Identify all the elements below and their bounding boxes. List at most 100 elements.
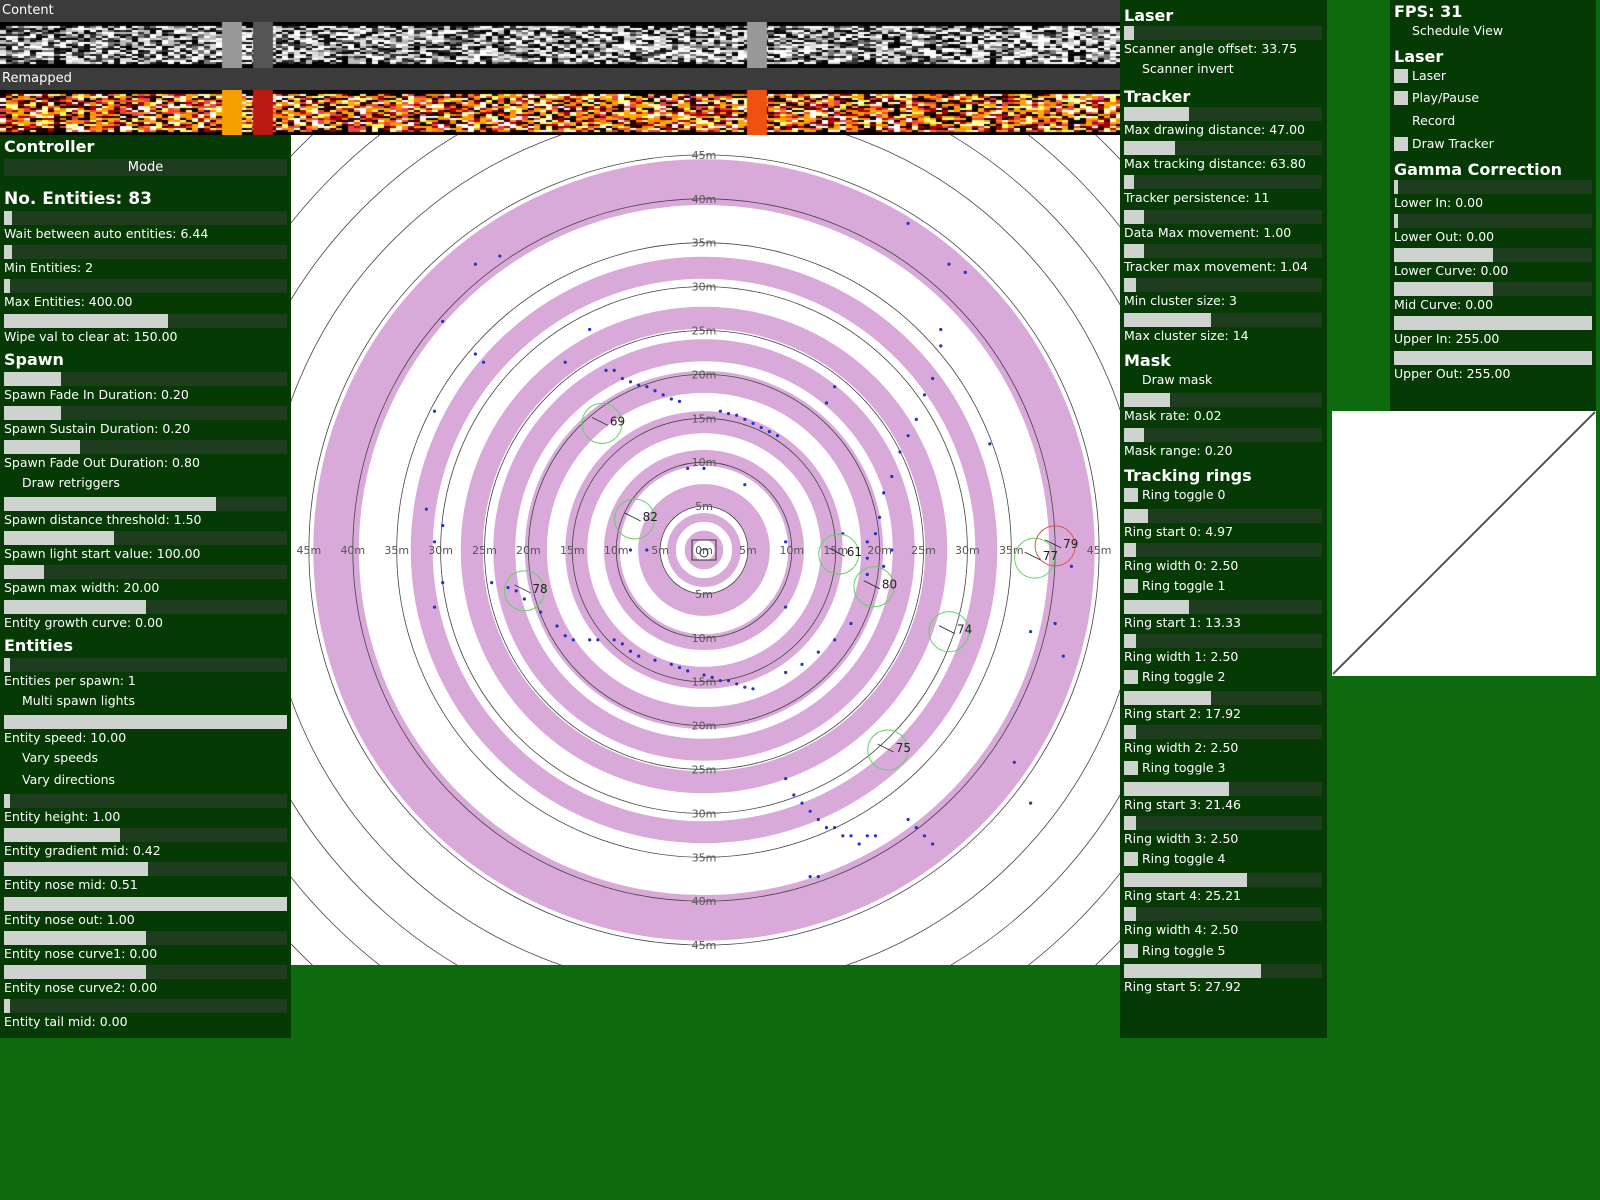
scan-point — [473, 352, 477, 356]
ring-start-5-slider[interactable] — [1124, 964, 1322, 978]
record-checkbox-label[interactable]: Record — [1412, 113, 1455, 128]
spawn-distance-threshold-slider[interactable] — [4, 497, 287, 511]
scan-point — [939, 327, 943, 332]
ring-start-1-slider[interactable] — [1124, 599, 1322, 614]
wait-between-auto-entities-slider[interactable] — [4, 211, 287, 225]
draw-mask-checkbox-label[interactable]: Draw mask — [1142, 372, 1212, 387]
entity-height-slider[interactable] — [4, 794, 287, 808]
wipe-val-to-clear-at-slider[interactable] — [4, 313, 287, 328]
ring-width-0-slider[interactable] — [1124, 542, 1322, 557]
ring-width-2-slider[interactable] — [1124, 725, 1322, 739]
lower-out-slider[interactable] — [1394, 213, 1592, 228]
ring-start-2-slider[interactable] — [1124, 690, 1322, 705]
max-cluster-size-slider[interactable] — [1124, 312, 1322, 327]
entity-nose-out-slider[interactable] — [4, 896, 287, 911]
entities-per-spawn-slider[interactable] — [4, 657, 287, 672]
scan-point — [604, 368, 608, 372]
entity-nose-curve1-slider[interactable] — [4, 930, 287, 945]
max-tracking-distance-slider[interactable] — [1124, 141, 1322, 156]
spawn-sustain-duration-slider[interactable] — [4, 406, 287, 420]
spawn-fade-in-duration-slider[interactable] — [4, 371, 287, 386]
lower-curve-slider[interactable] — [1394, 247, 1592, 262]
draw-retriggers-checkbox-label[interactable]: Draw retriggers — [22, 475, 120, 490]
tracker-persistence-slider[interactable] — [1124, 175, 1322, 190]
tracker-id: 78 — [532, 582, 547, 596]
ring-width-4-slider[interactable] — [1124, 907, 1322, 922]
scanner-invert-checkbox-label[interactable]: Scanner invert — [1142, 61, 1234, 76]
mask-rate-slider-fill — [1124, 393, 1170, 408]
entity-nose-curve2-slider[interactable] — [4, 965, 287, 979]
spawn-light-start-value-slider[interactable] — [4, 531, 287, 546]
ring-start-5-label: Ring start 5: 27.92 — [1124, 979, 1241, 994]
schedule-view-checkbox-label[interactable]: Schedule View — [1412, 23, 1503, 38]
data-max-movement-slider[interactable] — [1124, 209, 1322, 224]
fps-readout: FPS: 31 — [1394, 2, 1463, 21]
scan-point — [432, 409, 437, 413]
tracker-id: 77 — [1043, 549, 1058, 563]
scan-point — [824, 401, 829, 405]
max-drawing-distance-slider[interactable] — [1124, 106, 1322, 121]
scan-point — [669, 397, 673, 401]
multi-spawn-lights-checkbox-label[interactable]: Multi spawn lights — [22, 693, 135, 708]
ring-width-1-slider[interactable] — [1124, 633, 1322, 648]
upper-in-slider[interactable] — [1394, 316, 1592, 331]
scan-point — [620, 376, 624, 381]
min-cluster-size-slider[interactable] — [1124, 278, 1322, 293]
mode-button[interactable]: Mode — [4, 159, 287, 176]
mask-range-slider[interactable] — [1124, 427, 1322, 442]
ring-toggle-3-checkbox[interactable] — [1124, 761, 1138, 776]
entity-growth-curve-slider[interactable] — [4, 599, 287, 614]
lower-in-slider[interactable] — [1394, 179, 1592, 194]
entity-gradient-mid-slider[interactable] — [4, 828, 287, 843]
mask-rate-slider[interactable] — [1124, 393, 1322, 408]
radar-view[interactable]: 45m 40m 35m 30m 25m 20m 15m 10m 5m 0m 5m 10m 15m 20m 2… — [291, 135, 1120, 965]
ring-toggle-1-checkbox[interactable] — [1124, 579, 1138, 594]
max-entities-slider-fill — [4, 279, 10, 294]
scan-point — [653, 658, 657, 662]
entity-nose-mid-slider[interactable] — [4, 862, 287, 877]
scan-point — [865, 540, 869, 544]
max-drawing-distance-label: Max drawing distance: 47.00 — [1124, 121, 1306, 137]
ring-width-3-slider[interactable] — [1124, 816, 1322, 831]
min-entities-slider[interactable] — [4, 245, 287, 260]
spawn-max-width-slider[interactable] — [4, 565, 287, 580]
upper-out-slider[interactable] — [1394, 350, 1592, 365]
scan-point — [898, 450, 902, 454]
max-entities-slider[interactable] — [4, 279, 287, 294]
laser-checkbox[interactable] — [1394, 68, 1408, 83]
entity-gradient-mid-slider-fill — [4, 828, 121, 843]
play-pause-checkbox[interactable] — [1394, 91, 1408, 106]
tracker-id: 79 — [1063, 537, 1078, 551]
entity-speed-label: Entity speed: 10.00 — [4, 729, 127, 745]
scan-point — [767, 430, 771, 434]
ring-start-3-slider[interactable] — [1124, 781, 1322, 796]
mid-curve-slider[interactable] — [1394, 282, 1592, 297]
ring-toggle-2-checkbox-label: Ring toggle 2 — [1142, 669, 1226, 685]
entity-speed-slider[interactable] — [4, 714, 287, 729]
vary-speeds-checkbox-label[interactable]: Vary speeds — [22, 750, 98, 765]
ring-toggle-4-checkbox[interactable] — [1124, 852, 1138, 867]
ring-toggle-5-checkbox[interactable] — [1124, 943, 1138, 958]
ring-toggle-0-checkbox[interactable] — [1124, 488, 1138, 502]
scan-point — [490, 581, 494, 585]
scan-point — [620, 642, 624, 646]
tracker-id: 75 — [896, 741, 911, 755]
ring-start-4-slider[interactable] — [1124, 872, 1322, 887]
max-entities-label: Max Entities: 400.00 — [4, 294, 133, 310]
axis-label-top: 25m — [692, 325, 717, 338]
draw-tracker-checkbox[interactable] — [1394, 136, 1408, 151]
scan-point — [833, 826, 837, 830]
mask-range-label: Mask range: 0.20 — [1124, 442, 1233, 458]
scan-point — [645, 385, 649, 389]
ring-toggle-2-checkbox[interactable] — [1124, 670, 1138, 685]
ring-start-0-slider[interactable] — [1124, 508, 1322, 523]
spawn-fade-out-duration-slider[interactable] — [4, 440, 287, 455]
tracker-max-movement-slider[interactable] — [1124, 244, 1322, 258]
entity-tail-mid-slider[interactable] — [4, 999, 287, 1014]
axis-label-h: 45m — [297, 544, 322, 557]
vary-directions-checkbox-label[interactable]: Vary directions — [22, 772, 115, 787]
scan-point — [784, 670, 788, 675]
scanner-angle-offset-slider[interactable] — [1124, 26, 1322, 40]
ring-width-4-label: Ring width 4: 2.50 — [1124, 922, 1239, 938]
axis-label-h: 30m — [955, 544, 980, 557]
